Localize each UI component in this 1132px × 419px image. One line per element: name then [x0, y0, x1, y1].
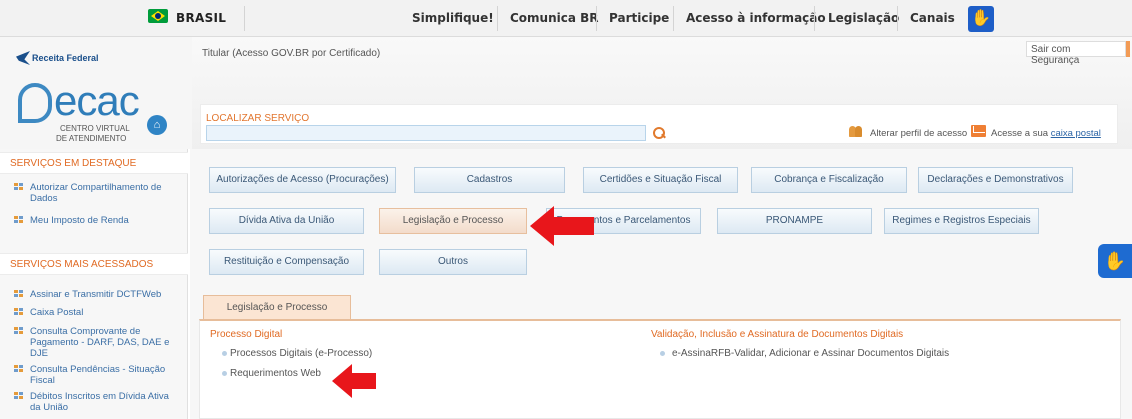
hand-sign-icon[interactable]: ✋ — [968, 6, 994, 32]
divider — [673, 6, 674, 31]
mailbox-prefix: Acesse a sua — [991, 128, 1049, 139]
bullet-icon — [14, 392, 24, 400]
divider — [897, 6, 898, 31]
bullet-icon — [14, 365, 24, 373]
category-cadastros[interactable]: Cadastros — [414, 167, 565, 193]
category-divida-ativa[interactable]: Dívida Ativa da União — [209, 208, 364, 234]
agency-name: Receita Federal — [32, 53, 99, 63]
sidebar-item-meu-imposto[interactable]: Meu Imposto de Renda — [14, 215, 178, 226]
ecac-e-icon — [18, 83, 52, 123]
divider — [814, 6, 815, 31]
sidebar-item-divida-ativa[interactable]: Débitos Inscritos em Dívida Ativa da Uni… — [14, 391, 178, 413]
mailbox-text: Acesse a sua caixa postal — [991, 128, 1101, 139]
search-label: LOCALIZAR SERVIÇO — [206, 113, 310, 124]
category-autorizacoes[interactable]: Autorizações de Acesso (Procurações) — [209, 167, 396, 193]
mailbox-link[interactable]: caixa postal — [1051, 128, 1101, 139]
group-title-processo-digital: Processo Digital — [210, 329, 283, 340]
logout-button[interactable]: Sair com Segurança — [1026, 41, 1126, 66]
vlibras-hand-icon[interactable]: ✋ — [1098, 244, 1132, 278]
sidebar-item-autorizar-compartilhamento[interactable]: Autorizar Compartilhamento de Dados — [14, 182, 178, 204]
logout-accent — [1126, 41, 1130, 57]
main-header: Titular (Acesso GOV.BR por Certificado) … — [192, 37, 1132, 149]
sidebar-item-caixa-postal[interactable]: Caixa Postal — [14, 307, 178, 318]
search-input[interactable] — [206, 125, 646, 141]
link-e-assinarfb[interactable]: e-AssinaRFB-Validar, Adicionar e Assinar… — [672, 348, 949, 359]
brazil-flag-icon[interactable] — [148, 9, 168, 23]
bullet-icon — [14, 327, 24, 335]
search-icon[interactable] — [652, 126, 666, 140]
sidebar-item-label: Autorizar Compartilhamento de Dados — [30, 182, 162, 204]
category-certidoes[interactable]: Certidões e Situação Fiscal — [583, 167, 738, 193]
receita-federal-logo: Receita Federal — [16, 51, 102, 69]
link-requerimentos-web[interactable]: Requerimentos Web — [230, 368, 321, 379]
divider — [596, 6, 597, 31]
category-regimes[interactable]: Regimes e Registros Especiais — [884, 208, 1039, 234]
nav-simplifique[interactable]: Simplifique! — [412, 11, 494, 25]
divider — [497, 6, 498, 31]
sidebar-item-label: Assinar e Transmitir DCTFWeb — [30, 289, 162, 300]
ecac-subtitle-1: CENTRO VIRTUAL — [60, 124, 130, 133]
category-restituicao[interactable]: Restituição e Compensação — [209, 249, 364, 275]
category-declaracoes[interactable]: Declarações e Demonstrativos — [918, 167, 1073, 193]
gov-brasil-link[interactable]: BRASIL — [176, 11, 226, 25]
bullet-icon — [660, 351, 665, 356]
highlight-section-title: SERVIÇOS EM DESTAQUE — [0, 152, 188, 174]
change-profile-link[interactable]: Alterar perfil de acesso — [870, 128, 967, 139]
red-arrow-annotation — [530, 206, 594, 246]
category-pronampe[interactable]: PRONAMPE — [717, 208, 872, 234]
bullet-icon — [14, 216, 24, 224]
brand-area: Receita Federal ecac CENTRO VIRTUAL DE A… — [0, 37, 192, 149]
bullet-icon — [222, 371, 227, 376]
popular-section-title: SERVIÇOS MAIS ACESSADOS — [0, 253, 188, 275]
sidebar-item-label: Consulta Pendências - Situação Fiscal — [30, 364, 166, 386]
ecac-logo[interactable]: ecac CENTRO VIRTUAL DE ATENDIMENTO — [18, 77, 148, 143]
bullet-icon — [14, 290, 24, 298]
category-legislacao-processo[interactable]: Legislação e Processo — [379, 208, 527, 234]
ecac-wordmark: ecac — [54, 77, 140, 124]
selected-category-area: Legislação e Processo Processo Digital P… — [199, 295, 1121, 419]
divider — [244, 6, 245, 31]
link-processos-digitais[interactable]: Processos Digitais (e-Processo) — [230, 348, 372, 359]
sidebar-item-pendencias[interactable]: Consulta Pendências - Situação Fiscal — [14, 364, 178, 386]
sidebar-item-label: Consulta Comprovante de Pagamento - DARF… — [30, 326, 170, 359]
bullet-icon — [14, 308, 24, 316]
sidebar: SERVIÇOS EM DESTAQUE Autorizar Compartil… — [0, 149, 188, 419]
bullet-icon — [14, 183, 24, 191]
receita-bird-icon — [16, 51, 30, 65]
bullet-icon — [222, 351, 227, 356]
sidebar-item-label: Meu Imposto de Renda — [30, 215, 129, 226]
people-icon[interactable] — [849, 124, 865, 138]
category-cobranca[interactable]: Cobrança e Fiscalização — [751, 167, 907, 193]
nav-comunica-br[interactable]: Comunica BR — [510, 11, 599, 25]
group-title-validacao-documentos: Validação, Inclusão e Assinatura de Docu… — [651, 329, 904, 340]
user-access-label: Titular (Acesso GOV.BR por Certificado) — [202, 48, 381, 59]
ecac-subtitle-2: DE ATENDIMENTO — [56, 134, 127, 143]
mail-icon[interactable] — [971, 125, 986, 137]
red-arrow-annotation — [332, 364, 376, 398]
nav-legislacao[interactable]: Legislação — [828, 11, 899, 25]
nav-participe[interactable]: Participe — [609, 11, 669, 25]
sidebar-item-label: Caixa Postal — [30, 307, 84, 318]
nav-canais[interactable]: Canais — [910, 11, 955, 25]
sidebar-item-dctfweb[interactable]: Assinar e Transmitir DCTFWeb — [14, 289, 178, 300]
nav-acesso-informacao[interactable]: Acesso à informação — [686, 11, 826, 25]
category-outros[interactable]: Outros — [379, 249, 527, 275]
home-icon[interactable]: ⌂ — [147, 115, 167, 135]
sidebar-item-comprovante[interactable]: Consulta Comprovante de Pagamento - DARF… — [14, 326, 178, 359]
sidebar-item-label: Débitos Inscritos em Dívida Ativa da Uni… — [30, 391, 169, 413]
tab-legislacao-processo[interactable]: Legislação e Processo — [203, 295, 351, 319]
gov-top-bar: BRASIL Simplifique! Comunica BR Particip… — [0, 0, 1132, 37]
